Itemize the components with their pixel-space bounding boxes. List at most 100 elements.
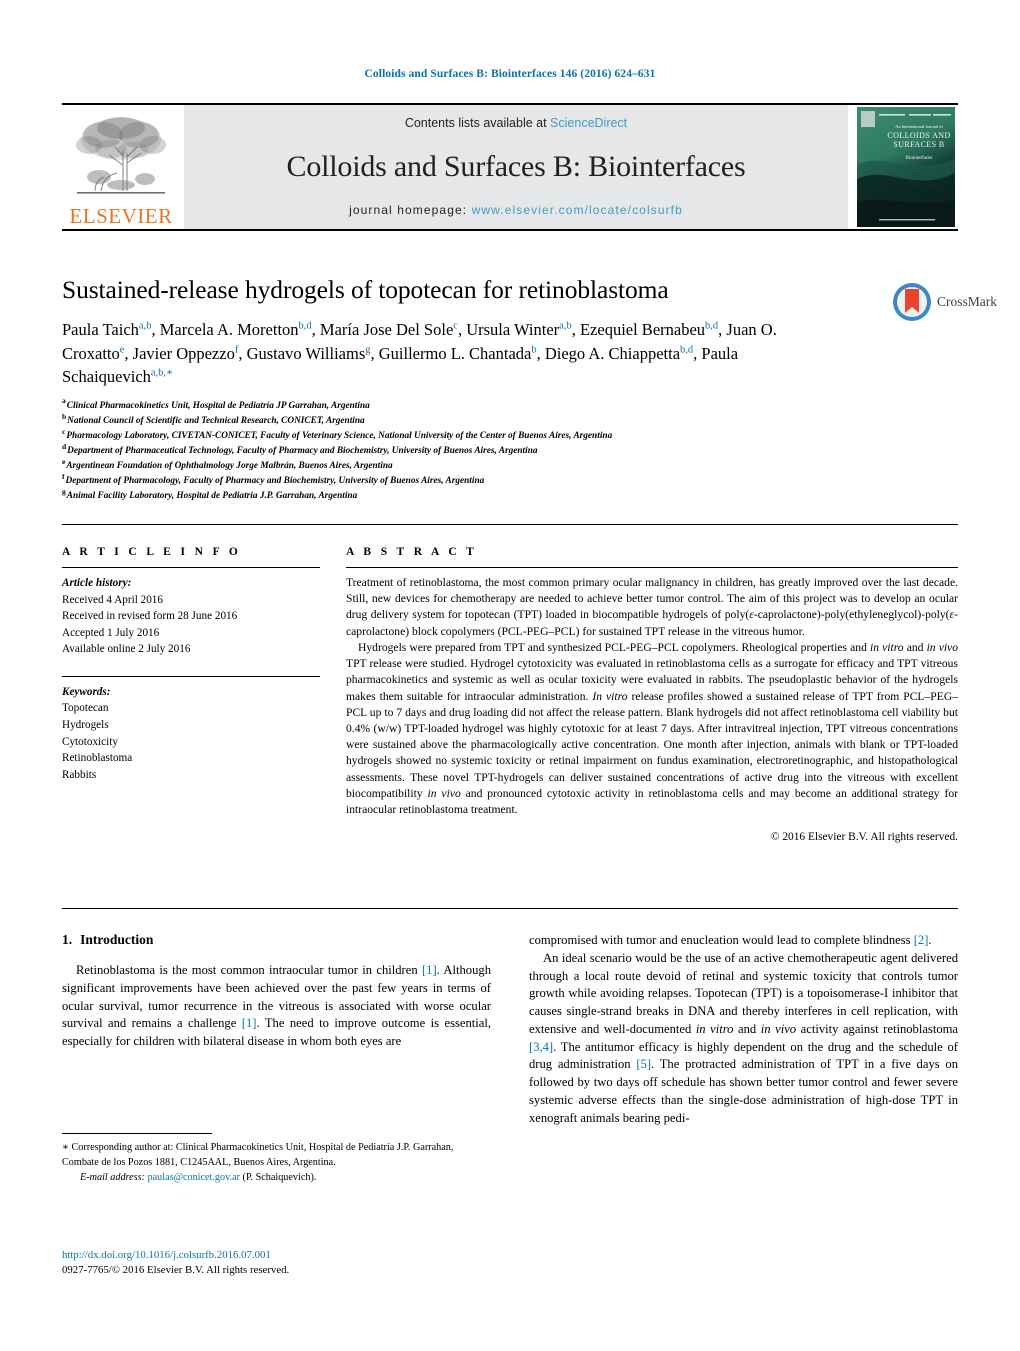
body-column-right: compromised with tumor and enucleation w…: [529, 932, 958, 1127]
affiliation-text: Pharmacology Laboratory, CIVETAN-CONICET…: [66, 430, 613, 441]
info-abstract-row: A R T I C L E I N F O Article history: R…: [62, 546, 958, 846]
article-info-rule: [62, 567, 320, 568]
keyword-item[interactable]: Retinoblastoma: [62, 750, 320, 767]
article-info-column: A R T I C L E I N F O Article history: R…: [62, 546, 320, 846]
article-history-list: Received 4 April 2016 Received in revised…: [62, 592, 320, 658]
keywords-rule: [62, 675, 320, 677]
elsevier-wordmark: ELSEVIER: [69, 204, 173, 228]
author-separator: ,: [311, 320, 320, 340]
abstract-heading: A B S T R A C T: [346, 546, 478, 558]
keyword-item[interactable]: Topotecan: [62, 700, 320, 717]
journal-title: Colloids and Surfaces B: Biointerfaces: [286, 149, 746, 183]
citation-ref-5[interactable]: [5]: [636, 1057, 651, 1071]
affiliation-text: Clinical Pharmacokinetics Unit, Hospital…: [66, 400, 370, 411]
corresponding-author-footnote: ∗ Corresponding author at: Clinical Phar…: [62, 1133, 491, 1185]
abstract-column: A B S T R A C T Treatment of retinoblast…: [346, 546, 958, 846]
author-entry: María Jose Del Solec,: [320, 320, 466, 339]
section-number: 1.: [62, 932, 73, 947]
doi-link[interactable]: http://dx.doi.org/10.1016/j.colsurfb.201…: [62, 1248, 522, 1263]
keyword-item[interactable]: Rabbits: [62, 767, 320, 784]
journal-homepage-link[interactable]: www.elsevier.com/locate/colsurfb: [472, 203, 683, 217]
sciencedirect-link[interactable]: ScienceDirect: [550, 116, 627, 130]
affiliation-marker: a: [62, 396, 66, 406]
intro-r-b: .: [928, 933, 932, 947]
abstract-body: Treatment of retinoblastoma, the most co…: [346, 575, 958, 846]
page-title: Sustained-release hydrogels of topotecan…: [62, 275, 669, 304]
body-column-left: 1. Introduction Retinoblastoma is the mos…: [62, 932, 491, 1127]
intro-r-a: compromised with tumor and enucleation w…: [529, 933, 914, 947]
author-entry: Ezequiel Bernabeub,d,: [580, 320, 726, 339]
affiliation-text: Department of Pharmacology, Faculty of P…: [65, 475, 485, 486]
author-name: Javier Oppezzo: [132, 343, 235, 363]
svg-text:An International Journal of: An International Journal of: [895, 124, 943, 129]
author-name: Guillermo L. Chantada: [378, 343, 532, 363]
intro-r2-it1: in vitro: [695, 1021, 734, 1036]
author-affiliation-marker: a,b: [138, 320, 152, 332]
section-heading-introduction: 1. Introduction: [62, 932, 491, 948]
abstract-p2-d: release profiles showed a sustained rele…: [346, 689, 959, 800]
footnote-email-link[interactable]: paulas@conicet.gov.ar: [148, 1172, 240, 1183]
author-affiliation-marker: b,d: [298, 320, 312, 332]
author-entry: Paula Taicha,b,: [62, 320, 160, 339]
intro-left-paragraph-1: Retinoblastoma is the most common intrao…: [62, 962, 491, 1051]
abstract-p2-a: Hydrogels were prepared from TPT and syn…: [358, 640, 870, 654]
author-name: Paula Taich: [62, 320, 139, 340]
article-history-item: Received in revised form 28 June 2016: [62, 610, 238, 623]
masthead-center: Contents lists available at ScienceDirec…: [184, 105, 848, 229]
affiliation-marker: c: [62, 426, 66, 436]
keywords-list: Topotecan Hydrogels Cytotoxicity Retinoblas…: [62, 700, 320, 783]
article-info-heading: A R T I C L E I N F O: [62, 546, 242, 558]
title-block: Sustained-release hydrogels of topotecan…: [62, 275, 958, 504]
keywords-label: Keywords:: [62, 685, 111, 698]
journal-homepage-line: journal homepage: www.elsevier.com/locat…: [349, 203, 683, 217]
author-name: Diego A. Chiappetta: [544, 343, 681, 363]
author-affiliation-marker: b,d: [705, 320, 719, 332]
divider-above-abstract: [62, 524, 958, 525]
footnote-star-marker: ∗: [62, 1142, 69, 1153]
divider-below-abstract: [62, 908, 958, 909]
abstract-p2-b: and: [903, 640, 927, 654]
citation-ref-1[interactable]: [1]: [422, 963, 437, 977]
intro-r2-it2: in vivo: [760, 1021, 797, 1036]
author-separator: ,: [124, 343, 133, 363]
crossmark-icon: [893, 283, 931, 321]
affiliation-marker: d: [62, 441, 67, 451]
author-affiliation-marker: a,b: [559, 320, 572, 332]
intro-right-paragraph-1: compromised with tumor and enucleation w…: [529, 932, 958, 950]
author-name: María Jose Del Sole: [319, 320, 454, 340]
svg-text:Biointerfaces: Biointerfaces: [906, 156, 933, 161]
author-entry: Ursula Wintera,b,: [466, 320, 580, 339]
citation-ref-34[interactable]: [3,4]: [529, 1040, 553, 1054]
journal-cover-image: An International Journal of COLLOIDS AND…: [857, 107, 955, 227]
citation-ref-2[interactable]: [2]: [914, 933, 929, 947]
issn-copyright: 0927-7765/© 2016 Elsevier B.V. All right…: [62, 1264, 290, 1277]
affiliation-text: Department of Pharmaceutical Technology,…: [67, 445, 538, 456]
homepage-prefix: journal homepage:: [349, 203, 472, 217]
keyword-item[interactable]: Cytotoxicity: [62, 734, 320, 751]
author-entry: Marcela A. Morettonb,d,: [160, 320, 320, 339]
author-separator: ,: [238, 343, 247, 363]
crossmark-badge[interactable]: CrossMark: [892, 282, 1020, 322]
intro-r2-c: activity against retinoblastoma: [796, 1021, 959, 1036]
elsevier-logo: ELSEVIER: [62, 105, 180, 229]
affiliation-marker: f: [62, 471, 65, 481]
abstract-paragraph-1: Treatment of retinoblastoma, the most co…: [346, 575, 958, 640]
affiliation-text: Animal Facility Laboratory, Hospital de …: [66, 490, 358, 501]
journal-cover-thumbnail[interactable]: An International Journal of COLLOIDS AND…: [854, 105, 958, 229]
author-name: Gustavo Williams: [246, 343, 366, 363]
footnote-line1: Corresponding author at: Clinical Pharma…: [68, 1142, 395, 1153]
author-separator: ,: [370, 343, 379, 363]
citation-ref-1b[interactable]: [1]: [242, 1016, 257, 1030]
author-affiliation-marker: a,b,∗: [150, 367, 174, 379]
bottom-meta: http://dx.doi.org/10.1016/j.colsurfb.201…: [62, 1248, 522, 1278]
running-head: Colloids and Surfaces B: Biointerfaces 1…: [364, 68, 656, 80]
body-columns: 1. Introduction Retinoblastoma is the mos…: [62, 932, 958, 1127]
affiliation-item: bNational Council of Scientific and Tech…: [62, 412, 958, 429]
affiliation-item: dDepartment of Pharmaceutical Technology…: [62, 441, 958, 459]
elsevier-tree-icon: [76, 117, 166, 194]
author-list: Paula Taicha,b, Marcela A. Morettonb,d, …: [62, 318, 832, 388]
abstract-p2-it1: in vitro: [870, 640, 904, 654]
keyword-item[interactable]: Hydrogels: [62, 717, 320, 734]
intro-l-a: Retinoblastoma is the most common intrao…: [76, 963, 422, 977]
